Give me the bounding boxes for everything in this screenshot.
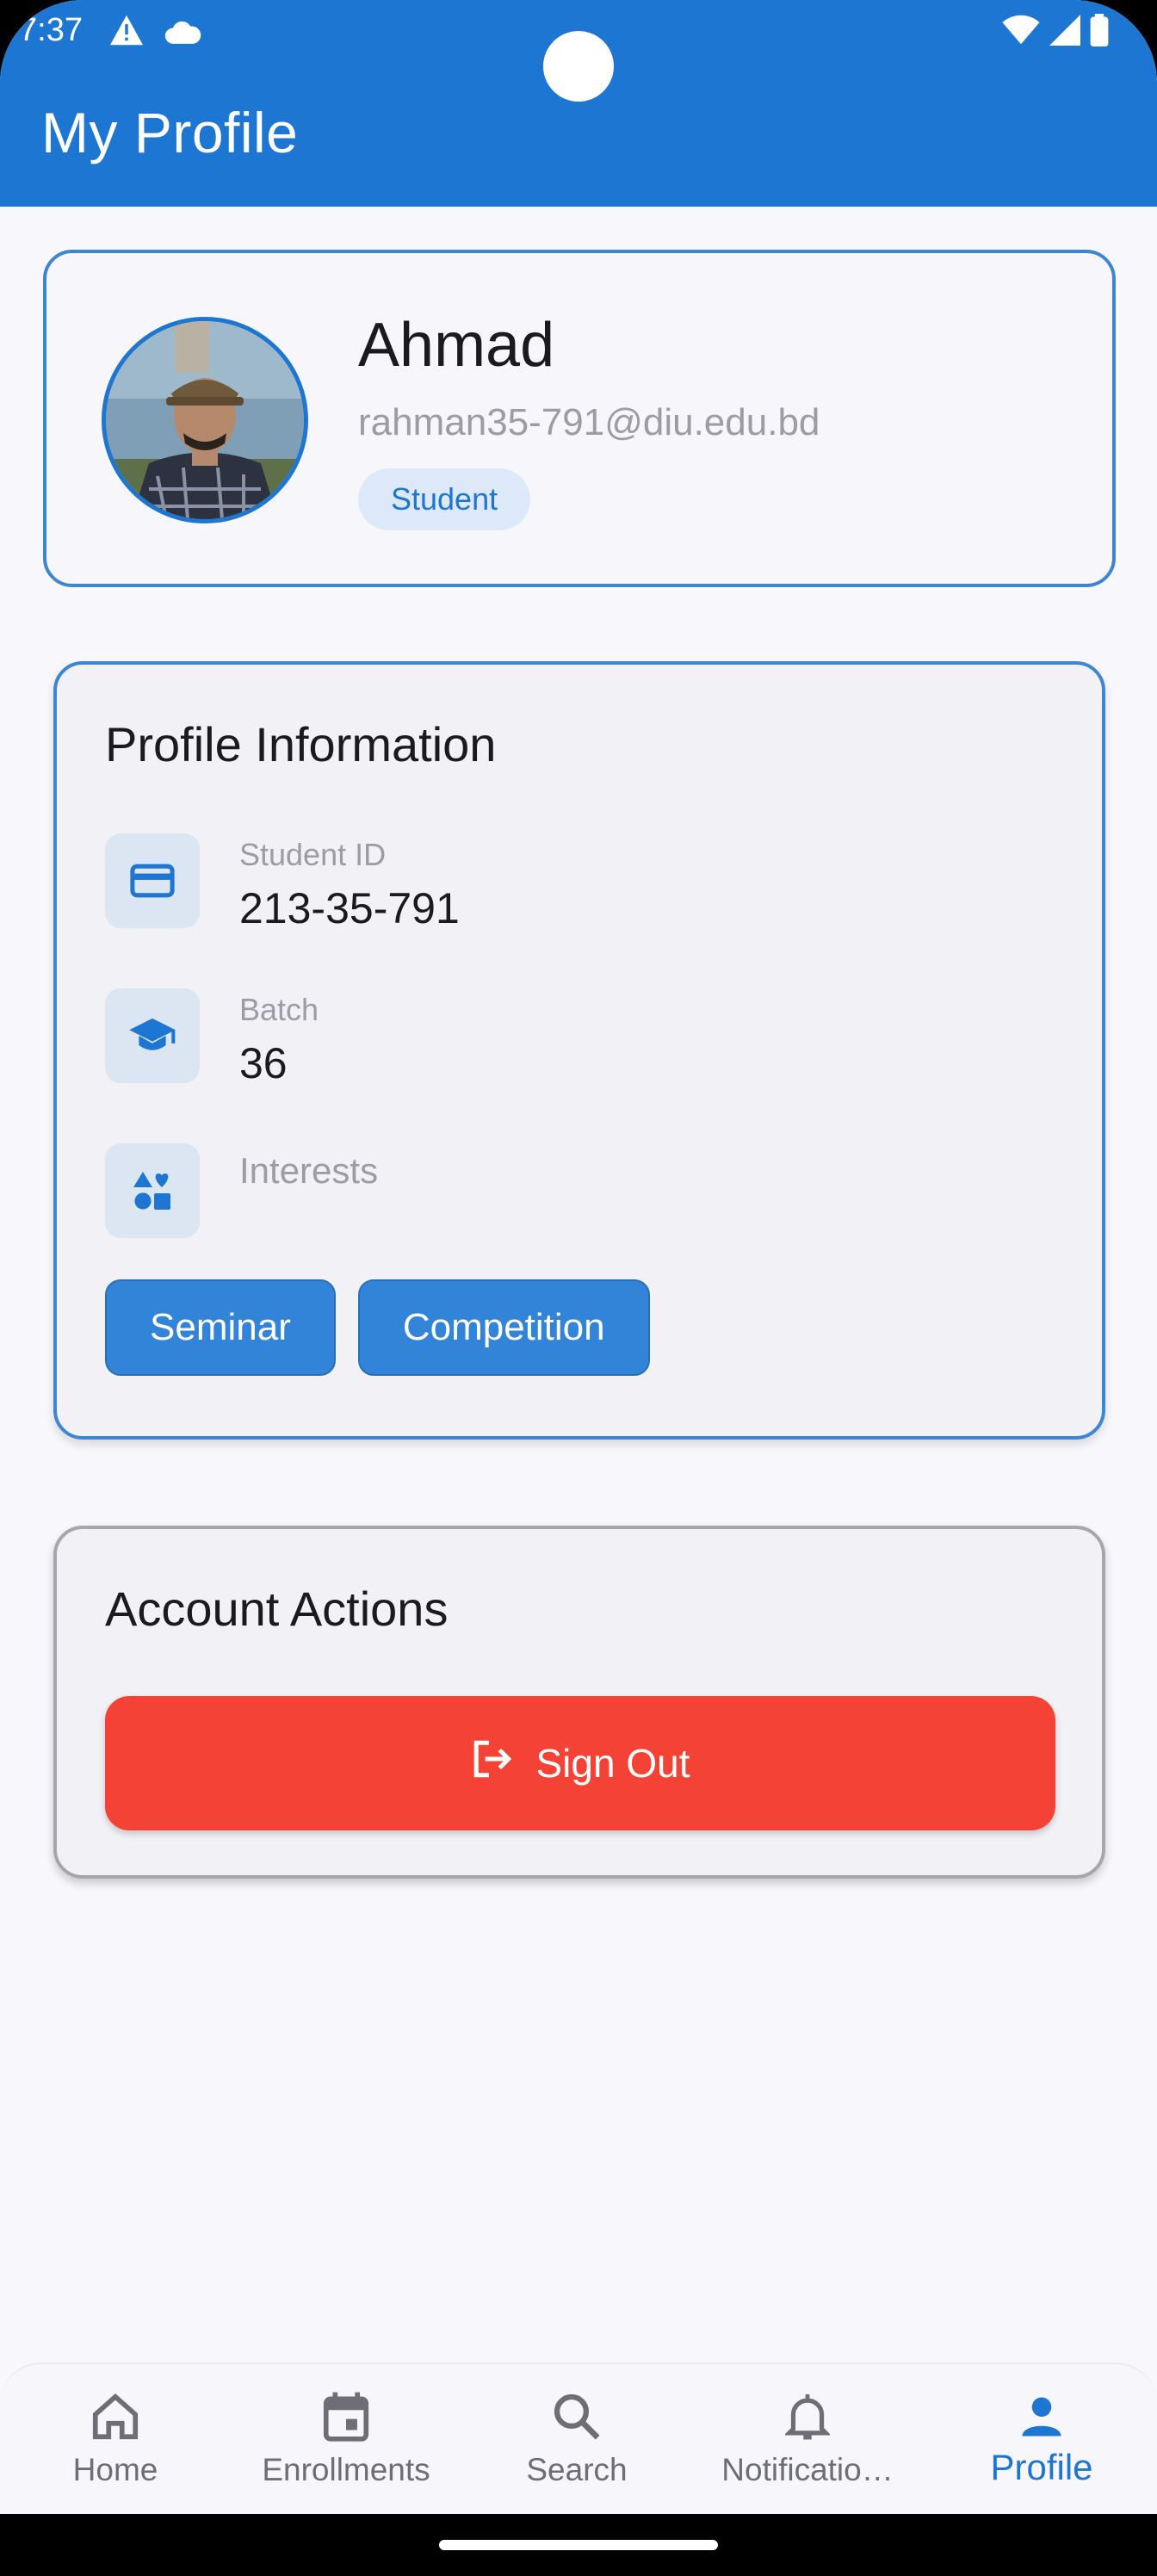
interest-chip-seminar[interactable]: Seminar — [105, 1279, 336, 1376]
account-actions-card: Account Actions Sign Out — [53, 1526, 1105, 1879]
info-label: Student ID — [239, 837, 387, 872]
person-icon — [1018, 2388, 1065, 2445]
bottom-navigation: Home Enrollments Search Notificatio… Pro… — [0, 2362, 1157, 2514]
nav-item-enrollments[interactable]: Enrollments — [231, 2364, 461, 2516]
info-value: 36 — [239, 1039, 288, 1087]
logout-icon — [471, 1739, 514, 1788]
nav-item-search[interactable]: Search — [461, 2364, 692, 2516]
nav-item-notifications[interactable]: Notificatio… — [692, 2364, 923, 2516]
info-row-interests: Interests — [105, 1143, 1052, 1238]
page-title: My Profile — [41, 101, 299, 164]
nav-item-home[interactable]: Home — [0, 2364, 231, 2516]
sign-out-button[interactable]: Sign Out — [105, 1696, 1055, 1830]
info-label: Interests — [239, 1150, 379, 1191]
nav-item-profile[interactable]: Profile — [926, 2364, 1157, 2516]
nav-label-search: Search — [526, 2452, 628, 2487]
warning-icon — [108, 14, 145, 55]
section-title-account-actions: Account Actions — [105, 1582, 449, 1636]
graduation-cap-icon — [105, 988, 200, 1083]
calendar-icon — [321, 2388, 371, 2445]
bell-icon — [785, 2388, 830, 2445]
profile-email: rahman35-791@diu.edu.bd — [358, 401, 820, 443]
sign-out-label: Sign Out — [535, 1741, 690, 1786]
interest-chips: Seminar Competition — [105, 1279, 650, 1376]
interests-icon — [105, 1143, 200, 1238]
id-card-icon — [105, 833, 200, 928]
wifi-icon — [1002, 15, 1040, 54]
info-row-student-id: Student ID 213-35-791 — [105, 833, 1052, 932]
nav-label-notifications: Notificatio… — [721, 2452, 894, 2487]
nav-label-home: Home — [72, 2452, 158, 2487]
camera-cutout — [543, 31, 614, 102]
gesture-handle[interactable] — [439, 2540, 718, 2550]
info-value: 213-35-791 — [239, 884, 460, 932]
nav-label-enrollments: Enrollments — [262, 2452, 430, 2487]
app-bar: 7:37 My Profile — [0, 0, 1157, 207]
status-right-icons — [1002, 14, 1109, 55]
info-row-batch: Batch 36 — [105, 988, 1052, 1087]
profile-name: Ahmad — [358, 311, 555, 380]
battery-icon — [1090, 14, 1109, 55]
screen: 7:37 My Profile Ahmad rahman35-791@diu.e… — [0, 0, 1157, 2576]
nav-label-profile: Profile — [990, 2447, 1093, 2487]
profile-card: Ahmad rahman35-791@diu.edu.bd Student — [43, 250, 1116, 587]
home-icon — [89, 2388, 142, 2445]
interest-chip-competition[interactable]: Competition — [357, 1279, 650, 1376]
profile-information-card: Profile Information Student ID 213-35-79… — [53, 661, 1105, 1440]
search-icon — [552, 2388, 602, 2445]
section-title-profile-information: Profile Information — [105, 717, 497, 771]
avatar[interactable] — [102, 317, 308, 523]
signal-icon — [1049, 15, 1081, 54]
info-label: Batch — [239, 992, 319, 1027]
role-badge: Student — [358, 468, 531, 530]
cloud-icon — [164, 17, 201, 54]
status-time: 7:37 — [19, 12, 83, 48]
